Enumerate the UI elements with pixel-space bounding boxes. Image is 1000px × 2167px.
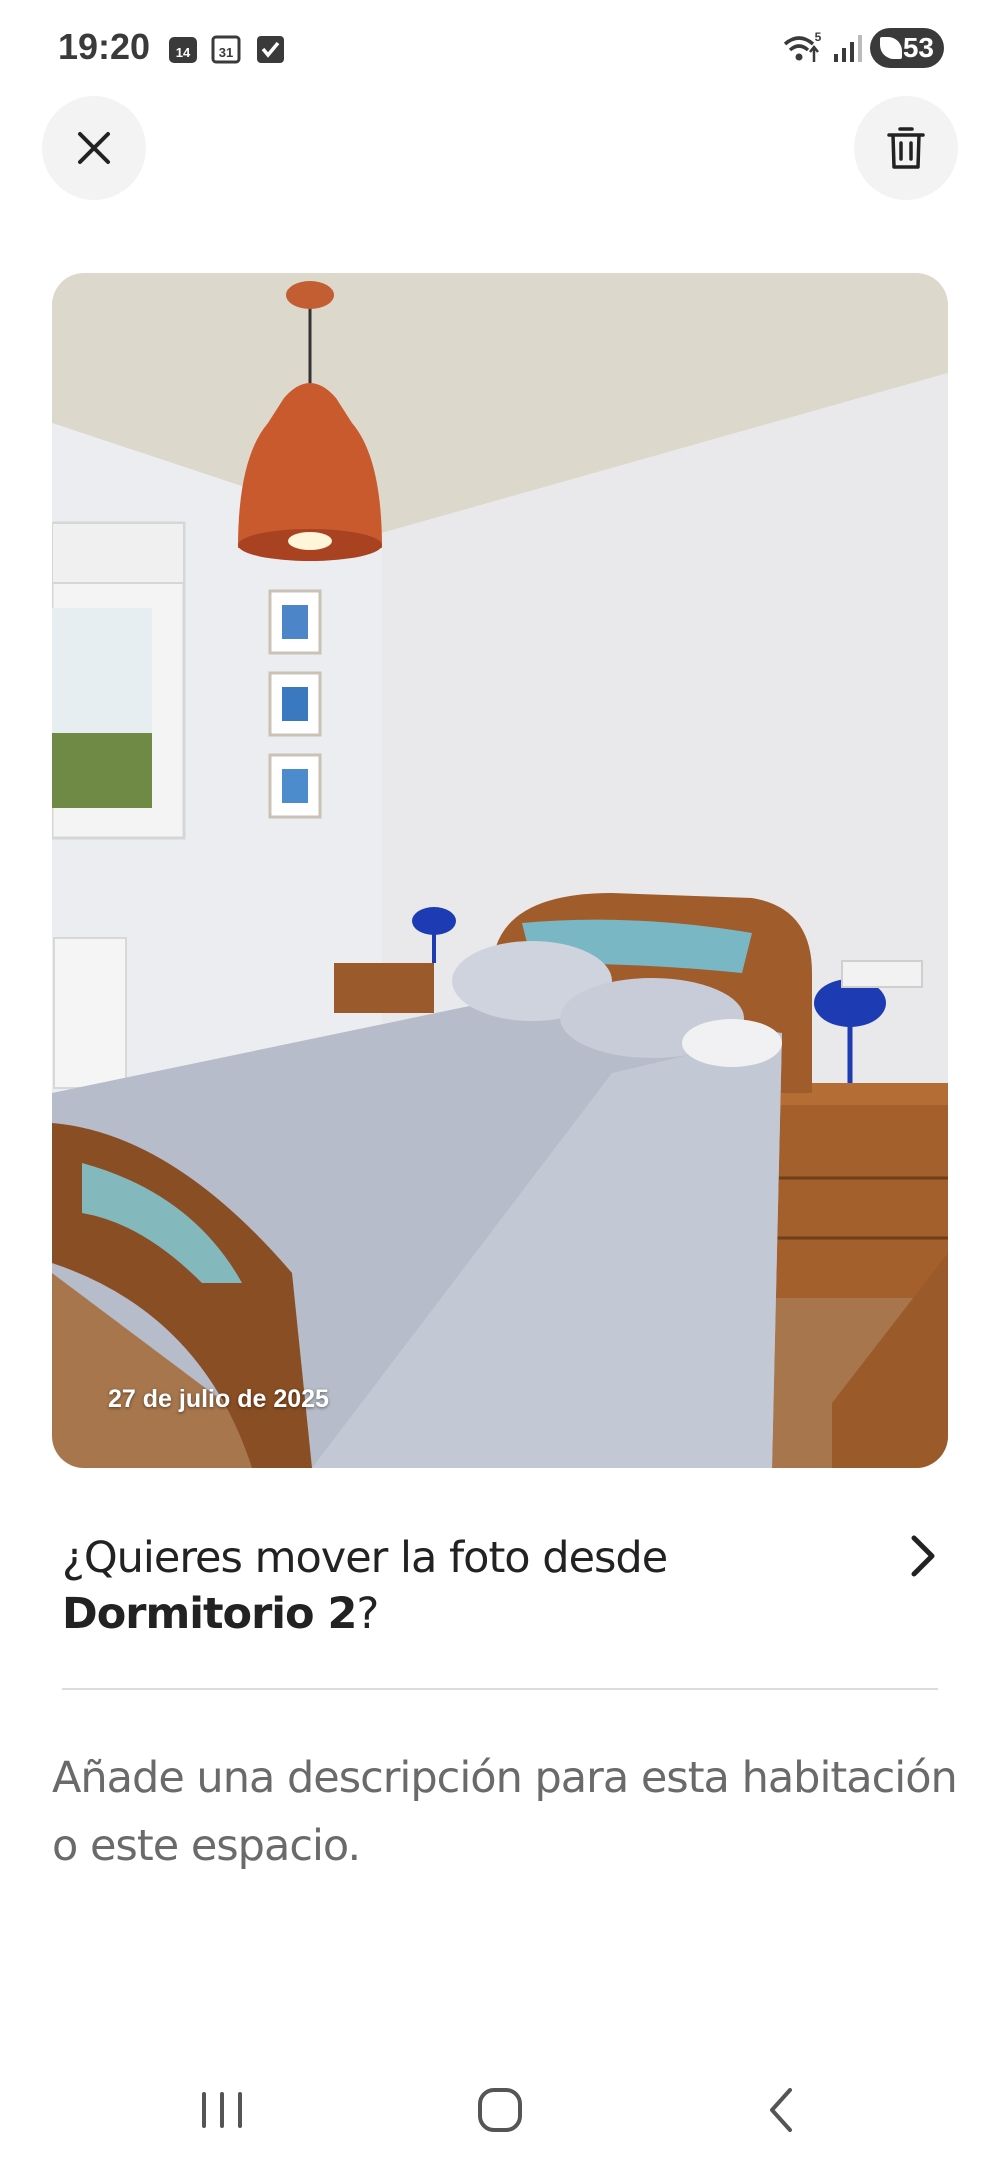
home-icon[interactable] bbox=[470, 2080, 530, 2140]
calendar-outline-icon: 31 bbox=[211, 35, 241, 64]
signal-icon bbox=[834, 35, 862, 62]
trash-icon bbox=[887, 127, 925, 169]
move-prompt-prefix: ¿Quieres mover la foto desde bbox=[62, 1533, 668, 1583]
move-prompt-room: Dormitorio 2 bbox=[62, 1589, 357, 1639]
move-prompt-suffix: ? bbox=[356, 1589, 379, 1639]
battery-level: 53 bbox=[902, 32, 934, 63]
wifi-icon: 5 bbox=[783, 30, 822, 62]
description-field[interactable]: Añade una descripción para esta habitaci… bbox=[52, 1744, 962, 1880]
close-icon bbox=[78, 132, 110, 164]
status-bar: 19:20 14 31 5 53 bbox=[0, 0, 1000, 96]
divider bbox=[62, 1688, 938, 1690]
calendar-icon: 14 bbox=[169, 37, 197, 63]
back-icon[interactable] bbox=[752, 2080, 812, 2140]
system-navigation-bar bbox=[0, 2050, 1000, 2167]
close-button[interactable] bbox=[42, 96, 146, 200]
battery-saver-icon bbox=[880, 37, 902, 59]
chevron-right-icon bbox=[911, 1535, 935, 1577]
move-photo-row[interactable]: ¿Quieres mover la foto desde Dormitorio … bbox=[62, 1530, 942, 1670]
photo-date: 27 de julio de 2025 bbox=[108, 1385, 329, 1413]
calendar-day-a: 14 bbox=[176, 45, 191, 60]
recent-apps-icon[interactable] bbox=[192, 2080, 252, 2140]
bedroom-photo-image bbox=[52, 273, 948, 1468]
delete-photo-button[interactable] bbox=[854, 96, 958, 200]
battery-indicator: 53 bbox=[870, 28, 944, 68]
move-photo-prompt: ¿Quieres mover la foto desde Dormitorio … bbox=[62, 1530, 942, 1642]
status-time: 19:20 bbox=[58, 26, 151, 67]
checkbox-icon bbox=[257, 36, 284, 63]
wifi-badge: 5 bbox=[815, 30, 822, 44]
calendar-day-b: 31 bbox=[219, 45, 233, 60]
room-photo[interactable]: 27 de julio de 2025 bbox=[52, 273, 948, 1468]
